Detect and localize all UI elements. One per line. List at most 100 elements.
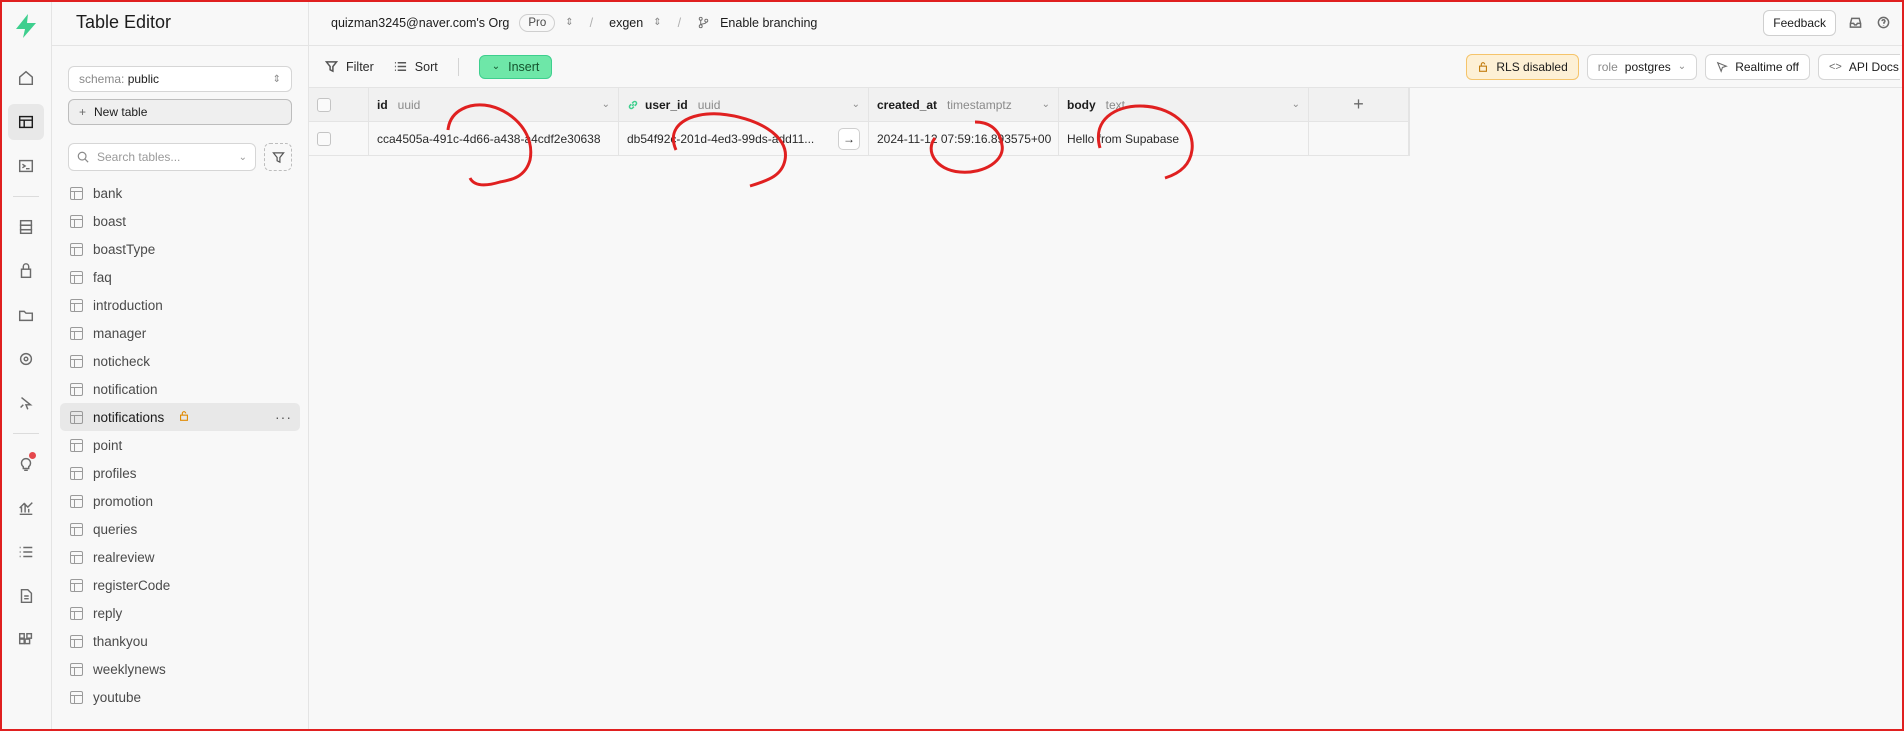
add-column-button[interactable]: + [1309, 88, 1409, 121]
sidebar-item-introduction[interactable]: introduction [60, 291, 300, 319]
enable-branching-button[interactable]: Enable branching [720, 16, 817, 30]
table-icon [70, 550, 83, 564]
schema-value: public [127, 72, 160, 86]
schema-label: schema: [79, 72, 125, 86]
sidebar-item-manager[interactable]: manager [60, 319, 300, 347]
icon-rail [0, 0, 52, 731]
insert-button[interactable]: ⌄ Insert [478, 54, 553, 79]
org-name[interactable]: quizman3245@naver.com's Org [331, 16, 509, 30]
table-icon [70, 326, 83, 340]
project-name[interactable]: exgen [609, 16, 643, 30]
column-name: created_at [877, 97, 938, 112]
sidebar-item-notification[interactable]: notification [60, 375, 300, 403]
rls-label: RLS disabled [1496, 59, 1568, 74]
help-icon[interactable] [1874, 14, 1892, 32]
reports-icon[interactable] [8, 490, 44, 526]
cell-user-id[interactable]: db54f92c-201d-4ed3-99ds-add11... → [619, 122, 869, 155]
sidebar-item-boast[interactable]: boast [60, 207, 300, 235]
sql-editor-icon[interactable] [8, 148, 44, 184]
column-header-user-id[interactable]: user_id uuid ⌄ [619, 88, 869, 121]
cursor-icon [1716, 61, 1729, 73]
sidebar-item-faq[interactable]: faq [60, 263, 300, 291]
logs-icon[interactable] [8, 534, 44, 570]
rail-divider [12, 433, 39, 434]
lock-open-icon [1479, 61, 1488, 72]
chevron-down-icon[interactable]: ⌄ [1292, 99, 1300, 110]
table-icon [70, 242, 83, 256]
storage-icon[interactable] [8, 297, 44, 333]
cell-created-at[interactable]: 2024-11-12 07:59:16.893575+00 [869, 122, 1059, 155]
toolbar-right: RLS disabled role postgres ⌄ Realtime of… [1466, 53, 1904, 80]
role-selector[interactable]: role postgres ⌄ [1586, 53, 1698, 80]
schema-selector[interactable]: schema: public ⇕ [68, 66, 292, 92]
chevron-down-icon[interactable]: ⌄ [602, 99, 610, 110]
chevron-down-icon[interactable]: ⌄ [852, 99, 860, 110]
filter-button[interactable]: Filter [325, 60, 374, 74]
table-icon [70, 634, 83, 648]
sidebar-item-realreview[interactable]: realreview [60, 543, 300, 571]
cell-id[interactable]: cca4505a-491c-4d66-a438-a4cdf2e30638 [369, 122, 619, 155]
sidebar-item-profiles[interactable]: profiles [60, 459, 300, 487]
realtime-label: Realtime off [1735, 59, 1799, 74]
api-docs-label: API Docs [1848, 59, 1899, 74]
column-header-id[interactable]: id uuid ⌄ [369, 88, 619, 121]
sidebar-item-reply[interactable]: reply [60, 599, 300, 627]
database-icon[interactable] [8, 209, 44, 245]
chevron-down-icon[interactable]: ⌄ [1042, 99, 1050, 110]
sidebar-item-thankyou[interactable]: thankyou [60, 627, 300, 655]
sidebar-item-notifications[interactable]: notifications ··· [60, 403, 300, 431]
sidebar-item-registercode[interactable]: registerCode [60, 571, 300, 599]
inbox-icon[interactable] [1846, 14, 1864, 32]
chevron-updown-icon[interactable]: ⇕ [653, 17, 661, 28]
column-header-created-at[interactable]: created_at timestamptz ⌄ [869, 88, 1059, 121]
search-tables-input[interactable]: Search tables... ⌄ [68, 143, 256, 171]
sidebar-item-label: introduction [93, 297, 163, 313]
home-icon[interactable] [8, 60, 44, 96]
api-docs-icon[interactable] [8, 578, 44, 614]
sort-button[interactable]: Sort [394, 60, 438, 74]
rls-disabled-button[interactable]: RLS disabled [1466, 53, 1579, 80]
table-editor-icon[interactable] [7, 104, 44, 140]
sidebar-item-label: point [93, 437, 123, 453]
filter-tables-button[interactable] [264, 143, 292, 171]
integrations-icon[interactable] [8, 622, 44, 658]
arrow-right-icon[interactable]: → [838, 127, 860, 150]
search-placeholder: Search tables... [97, 150, 181, 164]
link-icon [627, 99, 639, 111]
chevron-updown-icon[interactable]: ⇕ [565, 17, 573, 28]
more-options-icon[interactable]: ··· [275, 409, 292, 425]
sidebar-item-label: queries [93, 521, 138, 537]
top-right-actions: Feedback [1763, 9, 1892, 36]
edge-functions-icon[interactable] [8, 385, 44, 421]
advisors-icon[interactable] [8, 446, 44, 482]
sidebar-item-point[interactable]: point [60, 431, 300, 459]
realtime-icon[interactable] [8, 341, 44, 377]
role-value: postgres [1624, 59, 1671, 74]
select-all-checkbox[interactable] [317, 97, 331, 112]
sidebar-item-promotion[interactable]: promotion [60, 487, 300, 515]
table-icon [70, 578, 83, 592]
sidebar-item-boasttype[interactable]: boastType [60, 235, 300, 263]
sidebar-item-queries[interactable]: queries [60, 515, 300, 543]
auth-icon[interactable] [8, 253, 44, 289]
sidebar-item-label: manager [93, 325, 147, 341]
api-docs-button[interactable]: <> API Docs [1818, 53, 1900, 80]
lock-open-icon [178, 410, 190, 425]
column-type: uuid [697, 97, 721, 112]
cell-body[interactable]: Hello from Supabase [1059, 122, 1309, 155]
feedback-button[interactable]: Feedback [1763, 9, 1836, 36]
sort-icon [394, 62, 406, 71]
supabase-logo-icon[interactable] [12, 12, 40, 40]
new-table-button[interactable]: + New table [68, 99, 292, 125]
table-icon [70, 382, 83, 396]
sidebar-item-youtube[interactable]: youtube [60, 683, 300, 711]
funnel-icon [271, 151, 285, 163]
sidebar-item-weeklynews[interactable]: weeklynews [60, 655, 300, 683]
row-checkbox[interactable] [317, 131, 331, 146]
sidebar-item-bank[interactable]: bank [60, 179, 300, 207]
table-sidebar: Table Editor schema: public ⇕ + New tabl… [52, 0, 309, 731]
sidebar-item-noticheck[interactable]: noticheck [60, 347, 300, 375]
sort-label: Sort [414, 59, 438, 74]
realtime-toggle[interactable]: Realtime off [1705, 53, 1810, 80]
column-header-body[interactable]: body text ⌄ [1059, 88, 1309, 121]
